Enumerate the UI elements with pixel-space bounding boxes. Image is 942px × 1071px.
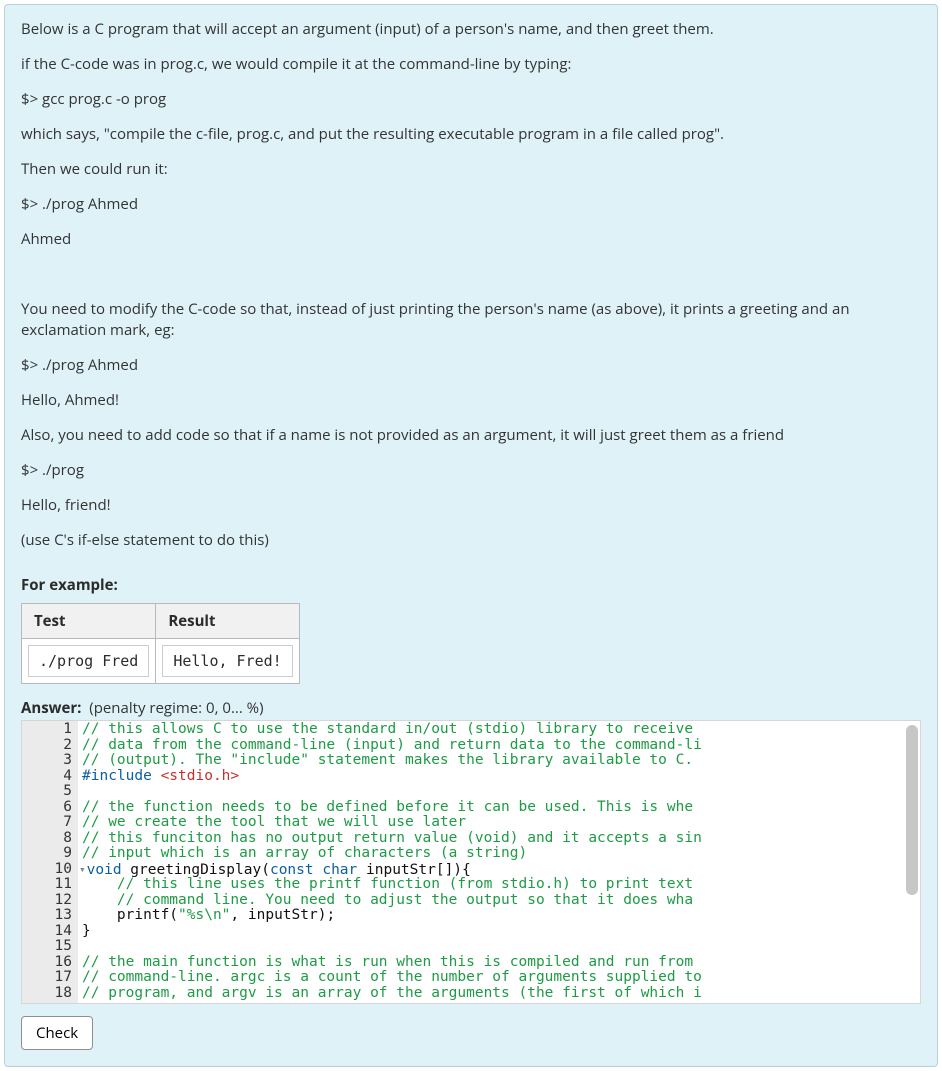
code-token: // this funciton has no output return va… — [82, 830, 702, 846]
qtext-blank — [21, 264, 921, 285]
code-token: // this line uses the printf function (f… — [82, 876, 693, 892]
code-token: , inputStr); — [230, 907, 335, 923]
question-text: Below is a C program that will accept an… — [21, 19, 921, 551]
code-editor[interactable]: 123456789101112131415161718 // this allo… — [21, 720, 921, 1004]
gutter-line-number: 2 — [22, 738, 72, 754]
code-line[interactable]: // (output). The "include" statement mak… — [82, 753, 920, 769]
code-token: greetingDisplay( — [130, 861, 270, 877]
code-line[interactable]: // the main function is what is run when… — [82, 955, 920, 971]
check-button[interactable]: Check — [21, 1016, 93, 1050]
gutter-line-number: 16 — [22, 955, 72, 971]
gutter-line-number: 9 — [22, 846, 72, 862]
code-line[interactable]: // data from the command-line (input) an… — [82, 738, 920, 754]
scrollbar-thumb[interactable] — [906, 725, 918, 895]
gutter-line-number: 7 — [22, 815, 72, 831]
code-line[interactable]: // the function needs to be defined befo… — [82, 800, 920, 816]
qtext-line: $> gcc prog.c -o prog — [21, 89, 921, 110]
code-token: <stdio.h> — [161, 768, 240, 784]
code-line[interactable]: } — [82, 924, 920, 940]
gutter-line-number: 6 — [22, 800, 72, 816]
code-line[interactable]: // we create the tool that we will use l… — [82, 815, 920, 831]
code-line[interactable]: // this allows C to use the standard in/… — [82, 722, 920, 738]
code-token: // command line. You need to adjust the … — [82, 892, 693, 908]
code-token: } — [82, 923, 91, 939]
fold-chevron-icon[interactable]: ▾ — [79, 862, 86, 878]
code-line[interactable]: // input which is an array of characters… — [82, 846, 920, 862]
code-line[interactable] — [82, 784, 920, 800]
qtext-line: $> ./prog Ahmed — [21, 355, 921, 376]
code-token: // data from the command-line (input) an… — [82, 737, 702, 753]
gutter-line-number: 15 — [22, 939, 72, 955]
gutter-line-number: 12 — [22, 893, 72, 909]
code-token: // this allows C to use the standard in/… — [82, 721, 693, 737]
qtext-line: Below is a C program that will accept an… — [21, 19, 921, 40]
code-token: // (output). The "include" statement mak… — [82, 752, 693, 768]
gutter-line-number: 11 — [22, 877, 72, 893]
gutter-line-number: 18 — [22, 986, 72, 1002]
gutter-line-number: 17 — [22, 970, 72, 986]
answer-label-row: Answer: (penalty regime: 0, 0... %) — [21, 698, 921, 718]
code-token: "%s\n" — [178, 907, 230, 923]
code-token: // command-line. argc is a count of the … — [82, 969, 702, 985]
example-test-cell: ./prog Fred — [28, 645, 149, 677]
qtext-line: $> ./prog — [21, 460, 921, 481]
code-line[interactable]: // program, and argv is an array of the … — [82, 986, 920, 1002]
code-line[interactable]: // this funciton has no output return va… — [82, 831, 920, 847]
qtext-line: (use C's if-else statement to do this) — [21, 530, 921, 551]
qtext-line: You need to modify the C-code so that, i… — [21, 299, 921, 341]
code-token: // input which is an array of characters… — [82, 845, 527, 861]
gutter-line-number: 1 — [22, 722, 72, 738]
gutter-line-number: 13 — [22, 908, 72, 924]
code-line[interactable]: ▾void greetingDisplay(const char inputSt… — [82, 862, 920, 878]
code-token: inputStr[]){ — [366, 861, 471, 877]
code-token: // we create the tool that we will use l… — [82, 814, 466, 830]
answer-label: Answer: — [21, 698, 81, 718]
editor-gutter: 123456789101112131415161718 — [22, 721, 78, 1003]
code-line[interactable]: // command line. You need to adjust the … — [82, 893, 920, 909]
qtext-line: $> ./prog Ahmed — [21, 194, 921, 215]
qtext-line: which says, "compile the c-file, prog.c,… — [21, 124, 921, 145]
penalty-regime-text: (penalty regime: 0, 0... %) — [89, 698, 263, 718]
example-header-test: Test — [22, 604, 156, 639]
gutter-line-number: 8 — [22, 831, 72, 847]
qtext-line: Hello, Ahmed! — [21, 390, 921, 411]
gutter-line-number: 10 — [22, 862, 72, 878]
qtext-line: Then we could run it: — [21, 159, 921, 180]
gutter-line-number: 3 — [22, 753, 72, 769]
code-token: // program, and argv is an array of the … — [82, 985, 702, 1001]
code-token: #include — [82, 768, 161, 784]
code-token: void — [87, 861, 131, 877]
code-line[interactable] — [82, 939, 920, 955]
code-token: // the main function is what is run when… — [82, 954, 693, 970]
code-token: const char — [270, 861, 366, 877]
editor-code-area[interactable]: // this allows C to use the standard in/… — [78, 721, 920, 1003]
code-line[interactable]: // command-line. argc is a count of the … — [82, 970, 920, 986]
code-token: printf( — [82, 907, 178, 923]
gutter-line-number: 4 — [22, 769, 72, 785]
gutter-line-number: 14 — [22, 924, 72, 940]
example-heading: For example: — [21, 575, 921, 595]
example-result-cell: Hello, Fred! — [162, 645, 292, 677]
question-container: Below is a C program that will accept an… — [4, 4, 938, 1067]
qtext-line: if the C-code was in prog.c, we would co… — [21, 54, 921, 75]
code-token: // the function needs to be defined befo… — [82, 799, 693, 815]
code-line[interactable]: // this line uses the printf function (f… — [82, 877, 920, 893]
qtext-line: Also, you need to add code so that if a … — [21, 425, 921, 446]
gutter-line-number: 5 — [22, 784, 72, 800]
code-line[interactable]: printf("%s\n", inputStr); — [82, 908, 920, 924]
example-header-result: Result — [156, 604, 299, 639]
editor-scrollbar[interactable] — [906, 725, 918, 997]
table-row: ./prog Fred Hello, Fred! — [22, 639, 300, 684]
qtext-line: Ahmed — [21, 229, 921, 250]
code-line[interactable]: #include <stdio.h> — [82, 769, 920, 785]
qtext-line: Hello, friend! — [21, 495, 921, 516]
example-table: Test Result ./prog Fred Hello, Fred! — [21, 603, 300, 684]
